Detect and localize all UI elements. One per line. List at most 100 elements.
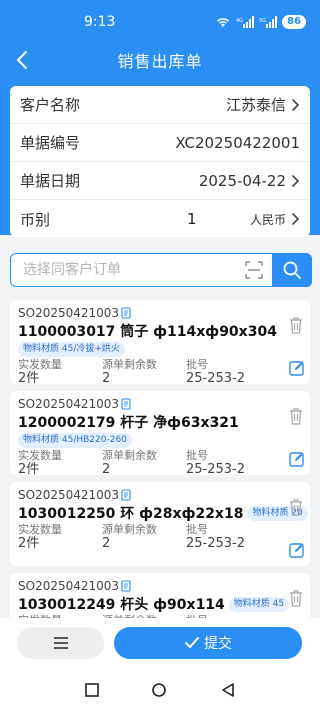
currency-row[interactable]: 币别 1 人民币: [10, 200, 310, 238]
qty-label: 实发数量: [18, 358, 62, 371]
material-tag: 物料材质 45/冷拔+烘火: [18, 341, 125, 357]
source-order-line: SO20250421003: [18, 306, 302, 320]
list-item[interactable]: SO20250421003 1200002179 杆子 净ф63x321 物料材…: [10, 391, 310, 477]
item-name: 1200002179 杆子 净ф63x321: [18, 415, 239, 431]
tag-line: 物料材质 45/HB220-260: [18, 432, 302, 448]
trash-icon[interactable]: [288, 407, 304, 425]
source-order-number: SO20250421003: [18, 397, 120, 411]
menu-icon: [53, 637, 68, 649]
currency-rate: 1: [187, 210, 197, 228]
list-item[interactable]: SO20250421003 1100003017 筒子 ф114xф90x304…: [10, 300, 310, 386]
batch-value: 25-253-2: [186, 371, 246, 386]
source-order-number: SO20250421003: [18, 488, 120, 502]
list-item[interactable]: SO20250421003 1030012249 杆头 ф90x114 物料材质…: [10, 573, 310, 618]
remain-label: 源单剩余数: [102, 449, 157, 462]
edit-icon[interactable]: [289, 451, 305, 467]
home-icon[interactable]: [152, 683, 166, 697]
chevron-left-icon: [17, 51, 27, 69]
item-name-line: 1200002179 杆子 净ф63x321: [18, 413, 302, 431]
batch-label: 批号: [186, 358, 208, 371]
battery-indicator: 86: [282, 15, 306, 29]
item-fields: 实发数量 源单剩余数 批号 2件 2 25-253-2: [18, 523, 302, 551]
signal-icon: 5G: [259, 16, 278, 28]
search-button[interactable]: [272, 253, 312, 287]
back-button[interactable]: [10, 48, 34, 72]
search-icon: [283, 261, 301, 279]
submit-button[interactable]: 提交: [114, 627, 302, 659]
source-order-number: SO20250421003: [18, 579, 120, 593]
signal-b-label: 5G: [259, 18, 266, 24]
item-list: SO20250421003 1100003017 筒子 ф114xф90x304…: [10, 300, 310, 618]
batch-value: 25-253-2: [186, 462, 246, 477]
customer-row[interactable]: 客户名称 江苏泰信: [10, 86, 310, 124]
action-bar: 提交: [0, 618, 320, 668]
nav-bar: 销售出库单: [0, 44, 320, 76]
submit-label: 提交: [204, 636, 232, 652]
item-name-line: 1030012250 环 ф28xф22x18 物料材质 20: [18, 504, 308, 522]
status-time: 9:13: [84, 14, 116, 30]
tag-line: 物料材质 45/冷拔+烘火: [18, 341, 302, 357]
source-order-number: SO20250421003: [18, 306, 120, 320]
qty-label: 实发数量: [18, 523, 62, 536]
page-title: 销售出库单: [117, 52, 203, 71]
document-icon[interactable]: [120, 307, 132, 319]
source-order-line: SO20250421003: [18, 488, 302, 502]
currency-label: 币别: [20, 210, 51, 229]
customer-label: 客户名称: [20, 96, 81, 114]
qty-value: 2件: [18, 371, 40, 386]
chevron-right-icon: [292, 174, 300, 187]
source-order-line: SO20250421003: [18, 579, 302, 593]
back-nav-icon[interactable]: [221, 683, 235, 697]
batch-label: 批号: [186, 449, 208, 462]
document-icon[interactable]: [120, 398, 132, 410]
trash-icon[interactable]: [288, 316, 304, 334]
item-name-line: 1100003017 筒子 ф114xф90x304: [18, 322, 302, 340]
customer-value: 江苏泰信: [225, 96, 286, 114]
scan-icon: [245, 261, 263, 279]
order-search-bar: [10, 253, 312, 287]
remain-value: 2: [102, 536, 111, 551]
material-tag: 物料材质 45: [228, 596, 290, 612]
edit-icon[interactable]: [289, 542, 305, 558]
item-name: 1030012249 杆头 ф90x114: [18, 597, 225, 613]
chevron-right-icon: [292, 98, 300, 111]
item-fields: 实发数量 源单剩余数 批号 2件 2 25-253-2: [18, 358, 302, 386]
batch-label: 批号: [186, 523, 208, 536]
remain-value: 2: [102, 371, 111, 386]
item-fields: 实发数量 源单剩余数 批号 2件 2 25-253-2: [18, 449, 302, 477]
trash-icon[interactable]: [288, 498, 304, 516]
signal-a-label: 4G: [236, 18, 243, 24]
qty-value: 2件: [18, 462, 40, 477]
qty-value: 2件: [18, 536, 40, 551]
source-order-line: SO20250421003: [18, 397, 302, 411]
recents-icon[interactable]: [85, 683, 99, 697]
document-icon[interactable]: [120, 489, 132, 501]
remain-label: 源单剩余数: [102, 358, 157, 371]
item-name: 1100003017 筒子 ф114xф90x304: [18, 324, 277, 340]
document-icon[interactable]: [120, 580, 132, 592]
doc-no-row: 单据编号 XC20250422001: [10, 124, 310, 162]
doc-date-value: 2025-04-22: [198, 171, 286, 190]
scan-button[interactable]: [240, 256, 268, 284]
wifi-icon: [217, 18, 230, 27]
doc-date-row[interactable]: 单据日期 2025-04-22: [10, 162, 310, 200]
status-icons: 4G 5G 86: [215, 15, 306, 29]
doc-no-value: XC20250422001: [175, 133, 300, 152]
status-bar: 9:13 4G 5G 86: [0, 0, 320, 44]
edit-icon[interactable]: [289, 360, 305, 376]
item-name-line: 1030012249 杆头 ф90x114 物料材质 45: [18, 595, 302, 613]
order-info-card: 客户名称 江苏泰信 单据编号 XC20250422001 单据日期 2025-0…: [10, 86, 310, 237]
qty-label: 实发数量: [18, 449, 62, 462]
list-item[interactable]: SO20250421003 1030012250 环 ф28xф22x18 物料…: [10, 482, 310, 566]
remain-value: 2: [102, 462, 111, 477]
remain-label: 源单剩余数: [102, 523, 157, 536]
material-tag: 物料材质 45/HB220-260: [18, 432, 132, 448]
check-icon: [185, 637, 199, 648]
doc-no-label: 单据编号: [20, 134, 81, 152]
doc-date-label: 单据日期: [20, 172, 81, 190]
chevron-right-icon: [292, 213, 300, 225]
order-search-input[interactable]: [11, 254, 240, 286]
trash-icon[interactable]: [288, 589, 304, 607]
menu-button[interactable]: [17, 627, 104, 659]
batch-value: 25-253-2: [186, 536, 246, 551]
